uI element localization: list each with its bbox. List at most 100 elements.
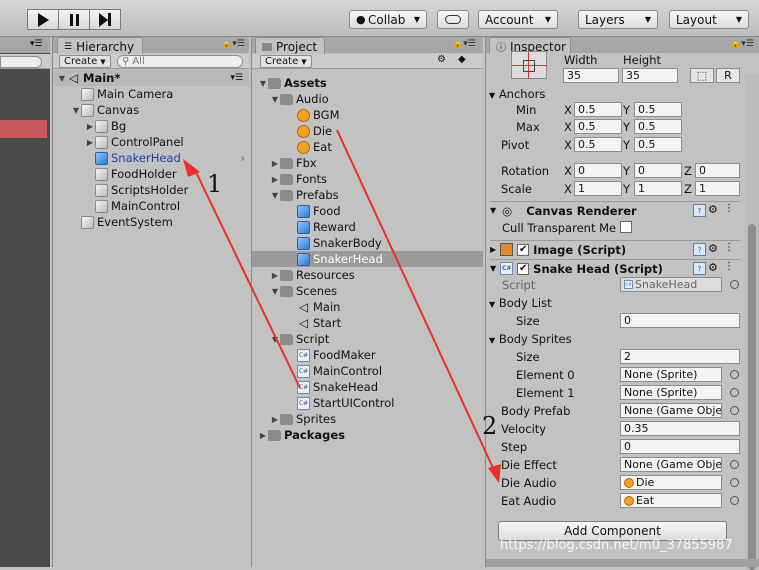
list-item[interactable]: C# SnakeHead	[252, 379, 483, 395]
list-item[interactable]: BGM	[252, 107, 483, 123]
folder-item[interactable]: ▼ Prefabs	[252, 187, 483, 203]
collab-button[interactable]: ● Collab ▼	[349, 10, 427, 29]
body-sprites-size-field[interactable]: 2	[620, 349, 740, 364]
pause-button[interactable]	[58, 9, 90, 30]
scale-z-field[interactable]: 1	[695, 181, 740, 196]
object-picker-icon[interactable]	[730, 370, 739, 379]
folder-assets[interactable]: ▼ Assets	[252, 75, 483, 91]
menu-icon[interactable]: ⋮	[724, 242, 734, 253]
lock-icon[interactable]: 🔒▾☰	[221, 39, 245, 49]
body-list-foldout[interactable]: ▼ Body List	[489, 296, 552, 310]
folder-item[interactable]: ▶ Fbx	[252, 155, 483, 171]
list-item[interactable]: ▶ Bg	[53, 118, 249, 134]
image-enabled-checkbox[interactable]: ✔	[517, 243, 530, 256]
list-item[interactable]: ▼ Canvas	[53, 102, 249, 118]
scale-y-field[interactable]: 1	[634, 181, 682, 196]
play-button[interactable]	[27, 9, 59, 30]
cloud-button[interactable]	[437, 10, 469, 29]
eat-audio-field[interactable]: Eat	[620, 493, 722, 508]
rotation-z-field[interactable]: 0	[695, 163, 740, 178]
folder-item[interactable]: ▶ Resources	[252, 267, 483, 283]
cull-checkbox[interactable]	[620, 221, 632, 233]
folder-item[interactable]: ▶ Fonts	[252, 171, 483, 187]
anchor-min-x-field[interactable]: 0.5	[574, 102, 622, 117]
rotation-y-field[interactable]: 0	[634, 163, 682, 178]
scene-menu-icon[interactable]: ▾☰	[230, 73, 243, 83]
body-sprites-foldout[interactable]: ▼ Body Sprites	[489, 332, 572, 346]
list-item[interactable]: EventSystem	[53, 214, 249, 230]
object-picker-icon[interactable]	[730, 388, 739, 397]
rotation-x-field[interactable]: 0	[574, 163, 622, 178]
body-prefab-field[interactable]: None (Game Obje	[620, 403, 722, 418]
anchor-max-y-field[interactable]: 0.5	[634, 119, 682, 134]
pivot-x-field[interactable]: 0.5	[574, 137, 622, 152]
chevron-right-icon[interactable]: ›	[240, 151, 245, 165]
folder-item[interactable]: ▼ Scenes	[252, 283, 483, 299]
filter-by-label-icon[interactable]: ◆	[458, 54, 466, 65]
list-item[interactable]: Main Camera	[53, 86, 249, 102]
snakehead-enabled-checkbox[interactable]: ✔	[517, 262, 530, 275]
object-picker-icon[interactable]	[730, 280, 739, 289]
hierarchy-search-input[interactable]: ⚲ All	[117, 55, 243, 68]
element1-field[interactable]: None (Sprite)	[620, 385, 722, 400]
lock-icon[interactable]: 🔒▾☰	[452, 39, 476, 49]
velocity-field[interactable]: 0.35	[620, 421, 740, 436]
object-picker-icon[interactable]	[730, 406, 739, 415]
settings-icon[interactable]: ⚙	[708, 203, 718, 216]
element0-field[interactable]: None (Sprite)	[620, 367, 722, 382]
menu-icon[interactable]: ⋮	[724, 203, 734, 214]
blueprint-mode-button[interactable]: ⬚	[690, 68, 714, 83]
height-field[interactable]: 35	[622, 68, 678, 83]
list-item[interactable]: Eat	[252, 139, 483, 155]
die-effect-field[interactable]: None (Game Obje	[620, 457, 722, 472]
body-list-size-field[interactable]: 0	[620, 313, 740, 328]
step-field[interactable]: 0	[620, 439, 740, 454]
list-item[interactable]: MainControl	[53, 198, 249, 214]
lock-icon[interactable]: 🔒▾☰	[730, 39, 754, 49]
scale-x-field[interactable]: 1	[574, 181, 622, 196]
list-item[interactable]: ▶ ControlPanel	[53, 134, 249, 150]
help-icon[interactable]: ?	[693, 243, 706, 256]
menu-icon[interactable]: ⋮	[724, 261, 734, 272]
folder-item[interactable]: ▶ Sprites	[252, 411, 483, 427]
scrollbar-track[interactable]	[745, 74, 759, 570]
object-picker-icon[interactable]	[730, 496, 739, 505]
object-picker-icon[interactable]	[730, 478, 739, 487]
help-icon[interactable]: ?	[693, 262, 706, 275]
list-item[interactable]: C# StartUIControl	[252, 395, 483, 411]
list-item[interactable]: Food	[252, 203, 483, 219]
die-audio-field[interactable]: Die	[620, 475, 722, 490]
folder-item[interactable]: ▼ Script	[252, 331, 483, 347]
list-item-snakerhead[interactable]: SnakerHead ›	[53, 150, 249, 166]
list-item[interactable]: Reward	[252, 219, 483, 235]
list-item[interactable]: ◁ Start	[252, 315, 483, 331]
scene-search-input[interactable]	[0, 56, 42, 68]
help-icon[interactable]: ?	[693, 204, 706, 217]
create-dropdown[interactable]: Create ▼	[260, 55, 312, 68]
list-item[interactable]: ◁ Main	[252, 299, 483, 315]
create-dropdown[interactable]: Create ▼	[59, 55, 111, 68]
list-item[interactable]: Die	[252, 123, 483, 139]
folder-packages[interactable]: ▶ Packages	[252, 427, 483, 443]
width-field[interactable]: 35	[563, 68, 619, 83]
scrollbar-thumb[interactable]	[748, 224, 756, 570]
folder-item[interactable]: ▼ Audio	[252, 91, 483, 107]
list-item[interactable]: SnakerBody	[252, 235, 483, 251]
anchor-min-y-field[interactable]: 0.5	[634, 102, 682, 117]
anchor-max-x-field[interactable]: 0.5	[574, 119, 622, 134]
filter-by-type-icon[interactable]: ⚙	[437, 54, 446, 65]
layers-dropdown[interactable]: Layers ▼	[578, 10, 658, 29]
object-picker-icon[interactable]	[730, 460, 739, 469]
settings-icon[interactable]: ⚙	[708, 261, 718, 274]
tab-hierarchy[interactable]: ☰ Hierarchy	[57, 37, 143, 54]
layout-dropdown[interactable]: Layout ▼	[669, 10, 749, 29]
anchors-foldout[interactable]: ▼ Anchors	[489, 87, 545, 101]
settings-icon[interactable]: ⚙	[708, 242, 718, 255]
list-item[interactable]: C# MainControl	[252, 363, 483, 379]
tab-project[interactable]: Project	[255, 37, 325, 54]
list-item-snakerhead-prefab[interactable]: SnakerHead	[252, 251, 483, 267]
step-button[interactable]	[89, 9, 121, 30]
panel-menu-icon[interactable]: ▾☰	[30, 39, 43, 49]
anchor-preset-button[interactable]	[511, 51, 547, 79]
list-item[interactable]: C# FoodMaker	[252, 347, 483, 363]
